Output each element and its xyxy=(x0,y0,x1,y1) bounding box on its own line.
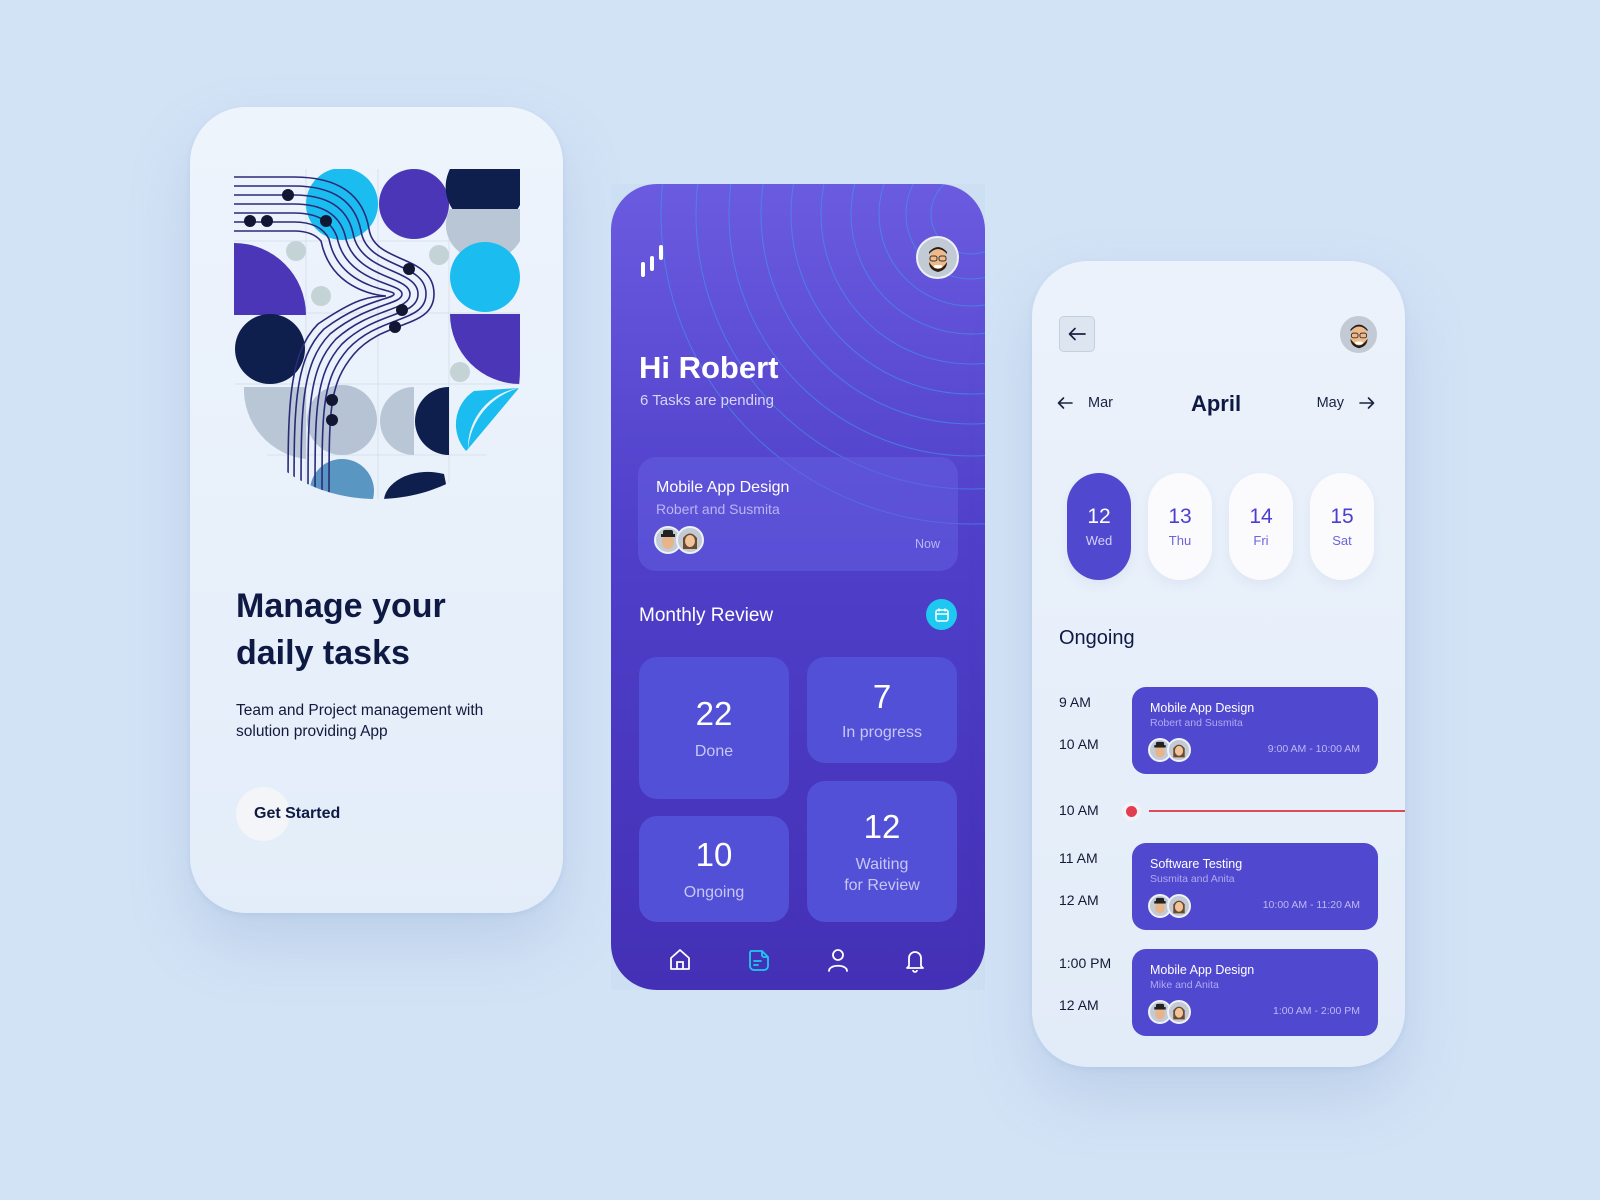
onboarding-title: Manage your daily tasks xyxy=(236,583,536,677)
event-time-range: 10:00 AM - 11:20 AM xyxy=(1262,899,1360,911)
title-line-2: daily tasks xyxy=(236,634,410,672)
stat-label: Done xyxy=(694,742,734,760)
calendar-button[interactable] xyxy=(926,599,957,630)
avatar-woman xyxy=(1167,1000,1191,1024)
avatar-memoji-icon xyxy=(928,246,947,272)
stat-card-ongoing[interactable]: 10 Ongoing xyxy=(639,816,789,922)
next-month-button[interactable]: May xyxy=(1317,395,1376,411)
bottom-nav xyxy=(611,942,985,982)
event-title: Mobile App Design xyxy=(1150,963,1255,977)
document-icon[interactable] xyxy=(745,946,773,974)
event-time-range: 9:00 AM - 10:00 AM xyxy=(1267,743,1360,755)
arrow-left-icon xyxy=(1068,327,1086,341)
stat-label: In progress xyxy=(841,723,923,741)
ongoing-heading: Ongoing xyxy=(1059,627,1135,649)
stat-label: Waiting for Review xyxy=(844,854,920,896)
home-icon[interactable] xyxy=(666,946,694,974)
event-card[interactable]: Software Testing Susmita and Anita 10:00… xyxy=(1132,843,1378,930)
title-line-1: Manage your xyxy=(236,587,446,625)
subtitle-line-2: solution providing App xyxy=(236,723,388,740)
timeline-time-label: 9 AM xyxy=(1059,694,1091,710)
event-title: Mobile App Design xyxy=(1150,701,1255,715)
calendar-screen: Mar April May 12 Wed 13 Thu 14 Fri 15 Sa… xyxy=(1032,261,1405,1067)
pending-tasks-text: 6 Tasks are pending xyxy=(640,392,774,409)
day-weekday: Sat xyxy=(1332,533,1352,548)
avatar-woman xyxy=(1167,894,1191,918)
event-avatars xyxy=(1148,738,1191,762)
subtitle-line-1: Team and Project management with xyxy=(236,702,484,719)
day-number: 13 xyxy=(1168,505,1192,528)
day-number: 14 xyxy=(1249,505,1273,528)
timeline-time-label: 12 AM xyxy=(1059,997,1099,1013)
stat-card-waiting-review[interactable]: 12 Waiting for Review xyxy=(807,781,957,922)
stat-label-line-2: for Review xyxy=(844,876,920,894)
task-people: Robert and Susmita xyxy=(656,501,780,517)
task-title: Mobile App Design xyxy=(656,479,790,496)
stat-value: 7 xyxy=(872,677,892,715)
stat-label: Ongoing xyxy=(683,883,745,901)
day-number: 15 xyxy=(1330,505,1354,528)
stat-value: 22 xyxy=(695,694,733,732)
day-weekday: Wed xyxy=(1085,533,1113,548)
current-time-line xyxy=(1149,810,1405,812)
day-chip-selected[interactable]: 12 Wed xyxy=(1067,473,1131,580)
timeline-time-label: 1:00 PM xyxy=(1059,955,1112,971)
stat-card-in-progress[interactable]: 7 In progress xyxy=(807,657,957,763)
get-started-label: Get Started xyxy=(254,805,341,822)
timeline-time-label: 10 AM xyxy=(1059,736,1099,752)
event-card[interactable]: Mobile App Design Robert and Susmita 9:0… xyxy=(1132,687,1378,774)
greeting-heading: Hi Robert xyxy=(639,350,779,385)
event-people: Susmita and Anita xyxy=(1150,873,1235,885)
timeline-time-label: 12 AM xyxy=(1059,892,1099,908)
user-avatar[interactable] xyxy=(916,236,959,279)
task-time: Now xyxy=(914,537,940,551)
calendar-icon xyxy=(934,608,949,622)
day-weekday: Thu xyxy=(1168,533,1192,548)
event-avatars xyxy=(1148,1000,1191,1024)
stat-card-done[interactable]: 22 Done xyxy=(639,657,789,799)
event-title: Software Testing xyxy=(1150,857,1243,871)
day-chip[interactable]: 15 Sat xyxy=(1310,473,1374,580)
avatar-woman xyxy=(1167,738,1191,762)
event-card[interactable]: Mobile App Design Mike and Anita 1:00 AM… xyxy=(1132,949,1378,1036)
stat-value: 12 xyxy=(863,807,901,845)
day-chip[interactable]: 14 Fri xyxy=(1229,473,1293,580)
day-number: 12 xyxy=(1087,505,1111,528)
monthly-review-title: Monthly Review xyxy=(639,605,774,626)
back-button[interactable] xyxy=(1059,316,1095,352)
bars-logo-icon xyxy=(641,245,663,277)
current-time-dot xyxy=(1122,802,1141,821)
get-started-button[interactable]: Get Started xyxy=(236,787,340,841)
current-task-card[interactable]: Mobile App Design Robert and Susmita Now xyxy=(638,457,958,571)
avatar-memoji-icon xyxy=(1350,324,1367,348)
onboarding-screen: Manage your daily tasks Team and Project… xyxy=(190,107,563,913)
day-chip[interactable]: 13 Thu xyxy=(1148,473,1212,580)
event-time-range: 1:00 AM - 2:00 PM xyxy=(1273,1005,1360,1017)
arrow-right-icon xyxy=(1359,397,1375,409)
user-avatar[interactable] xyxy=(1338,314,1379,355)
day-picker: 12 Wed 13 Thu 14 Fri 15 Sat xyxy=(1067,473,1374,580)
day-weekday: Fri xyxy=(1253,533,1269,548)
timeline-time-label: 11 AM xyxy=(1059,850,1098,866)
next-month-label: May xyxy=(1316,395,1344,411)
current-time-label: 10 AM xyxy=(1059,802,1099,818)
task-avatars xyxy=(654,526,704,554)
bell-icon[interactable] xyxy=(901,946,929,974)
event-people: Mike and Anita xyxy=(1150,979,1219,991)
onboarding-subtitle: Team and Project management with solutio… xyxy=(236,700,536,742)
month-selector: Mar April May xyxy=(1056,391,1376,421)
geometric-pattern-illustration xyxy=(234,169,520,499)
event-people: Robert and Susmita xyxy=(1150,717,1243,729)
avatar-woman xyxy=(676,526,704,554)
profile-icon[interactable] xyxy=(824,946,852,974)
event-avatars xyxy=(1148,894,1191,918)
stat-label-line-1: Waiting xyxy=(855,855,909,873)
stat-value: 10 xyxy=(695,835,733,873)
dashboard-screen: Hi Robert 6 Tasks are pending Mobile App… xyxy=(611,184,985,990)
